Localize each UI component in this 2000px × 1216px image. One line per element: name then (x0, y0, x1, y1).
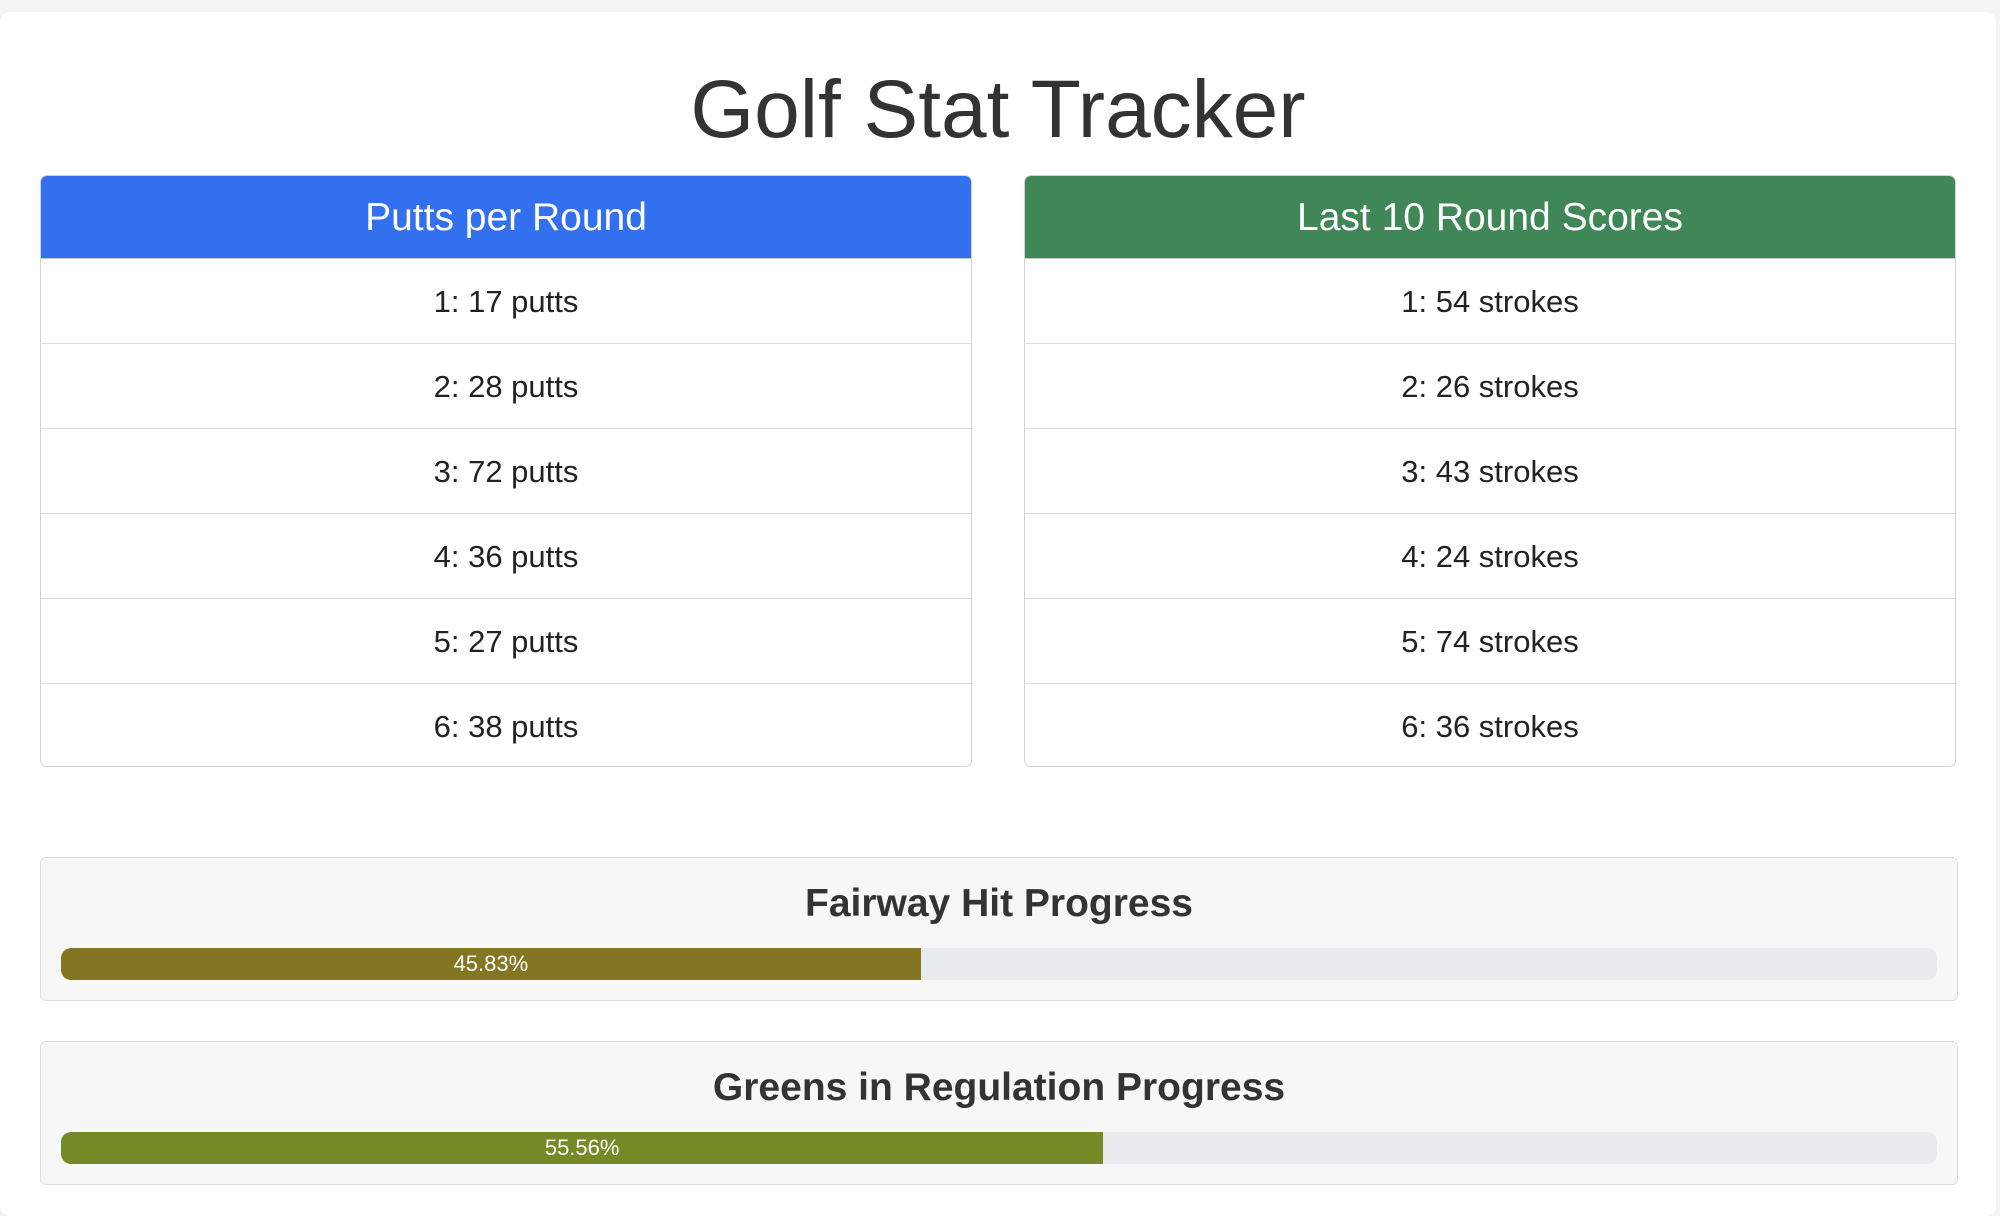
fairway-progress-bar: 45.83% (61, 948, 921, 980)
fairway-progress-track: 45.83% (61, 948, 1937, 980)
greens-progress-title: Greens in Regulation Progress (712, 1066, 1286, 1109)
putts-card-header: Putts per Round (41, 176, 971, 259)
list-item: 6: 38 putts (433, 709, 579, 744)
greens-progress-track: 55.56% (61, 1132, 1937, 1164)
list-item: 6: 36 strokes (1401, 709, 1579, 744)
round-scores-card: Last 10 Round Scores 1: 54 strokes 2: 26… (1024, 175, 1956, 767)
fairway-progress-title: Fairway Hit Progress (805, 882, 1193, 925)
list-item: 3: 72 putts (41, 429, 971, 514)
list-item: 2: 28 putts (41, 344, 971, 429)
greens-progress-bar: 55.56% (61, 1132, 1104, 1164)
scores-list: 1: 54 strokes 2: 26 strokes 3: 43 stroke… (1025, 259, 1955, 766)
greens-progress-panel: Greens in Regulation Progress 55.56% (40, 1041, 1958, 1185)
scores-card-header: Last 10 Round Scores (1025, 176, 1955, 259)
putts-per-round-card: Putts per Round 1: 17 putts 2: 28 putts … (40, 175, 972, 767)
list-item: 2: 26 strokes (1025, 344, 1955, 429)
list-item: 5: 74 strokes (1025, 599, 1955, 684)
putts-list: 1: 17 putts 2: 28 putts 3: 72 putts 4: 3… (41, 259, 971, 766)
list-item: 1: 17 putts (41, 259, 971, 344)
list-item: 4: 24 strokes (1025, 514, 1955, 599)
list-item: 1: 54 strokes (1025, 259, 1955, 344)
list-item: 3: 43 strokes (1025, 429, 1955, 514)
page-container: Golf Stat Tracker Putts per Round 1: 17 … (0, 12, 1996, 1216)
list-item: 4: 36 putts (41, 514, 971, 599)
page-title: Golf Stat Tracker (690, 64, 1306, 155)
fairway-progress-panel: Fairway Hit Progress 45.83% (40, 857, 1958, 1001)
list-item: 5: 27 putts (41, 599, 971, 684)
